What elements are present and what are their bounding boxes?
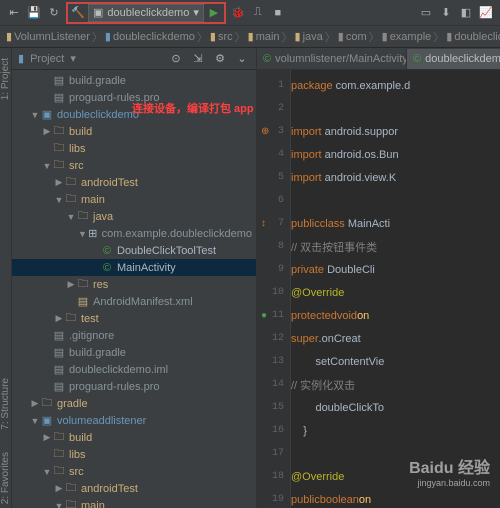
breadcrumb-item[interactable]: ▮main	[248, 30, 280, 43]
tree-node[interactable]: ▼🗀main	[12, 497, 256, 508]
breadcrumb-item[interactable]: ▮doubleclickd	[446, 30, 500, 43]
sidebar-title: Project	[30, 53, 64, 65]
breadcrumb-item[interactable]: ▮VolumnListener	[6, 30, 90, 43]
tree-node[interactable]: ▼▣volumeaddlistener	[12, 412, 256, 429]
attach-icon[interactable]: ⎍	[250, 5, 266, 21]
tree-node[interactable]: ▤proguard-rules.pro	[12, 89, 256, 106]
editor-gutter: 12⊕3456↕78910●111213141516171819	[257, 70, 291, 508]
tree-node[interactable]: ▶🗀gradle	[12, 395, 256, 412]
project-sidebar: ▮ Project ▾ ⊙ ⇲ ⚙ ⌄ 连接设备，编译打包 app ▤build…	[12, 48, 257, 508]
main-toolbar: ⇤ 💾 ↻ 🔨 ▣ doubleclickdemo ▾ ▶ 🐞 ⎍ ■ ▭ ⬇ …	[0, 0, 500, 26]
tree-node[interactable]: ▤build.gradle	[12, 72, 256, 89]
run-icon[interactable]: ▶	[206, 5, 222, 21]
gear-icon[interactable]: ⚙	[212, 51, 228, 67]
tree-node[interactable]: 🗀libs	[12, 446, 256, 463]
tree-node[interactable]: ▤.gitignore	[12, 327, 256, 344]
tree-node[interactable]: ▤proguard-rules.pro	[12, 378, 256, 395]
tree-node[interactable]: ©MainActivity	[12, 259, 256, 276]
run-config-select[interactable]: ▣ doubleclickdemo ▾	[88, 4, 204, 22]
tool-tab-favorites[interactable]: 2: Favorites	[0, 448, 11, 508]
sdk-icon[interactable]: ⬇	[438, 5, 454, 21]
monitor-icon[interactable]: 📈	[478, 5, 494, 21]
editor-tabs: ©volumnlistener/MainActivity.java×©doubl…	[257, 48, 500, 70]
tree-node[interactable]: ▤AndroidManifest.xml	[12, 293, 256, 310]
tree-node[interactable]: ▼🗀main	[12, 191, 256, 208]
editor-pane: ©volumnlistener/MainActivity.java×©doubl…	[257, 48, 500, 508]
chevron-down-icon[interactable]: ▾	[70, 52, 76, 65]
tree-node[interactable]: ▼🗀java	[12, 208, 256, 225]
breadcrumbs: ▮VolumnListener〉 ▮doubleclickdemo〉 ▮src〉…	[0, 26, 500, 48]
build-icon[interactable]: 🔨	[70, 5, 86, 21]
project-tree[interactable]: 连接设备，编译打包 app ▤build.gradle▤proguard-rul…	[12, 70, 256, 508]
tree-node[interactable]: ©DoubleClickToolTest	[12, 242, 256, 259]
tree-node[interactable]: ▼⊞com.example.doubleclickdemo	[12, 225, 256, 242]
breadcrumb-item[interactable]: ▮com	[338, 30, 367, 43]
sync-icon[interactable]: ↻	[46, 5, 62, 21]
hide-icon[interactable]: ⌄	[234, 51, 250, 67]
tree-node[interactable]: ▶🗀androidTest	[12, 480, 256, 497]
editor-tab[interactable]: ©doubleclickdem×	[407, 49, 500, 69]
debug-icon[interactable]: 🐞	[230, 5, 246, 21]
tree-node[interactable]: ▶🗀res	[12, 276, 256, 293]
breadcrumb-item[interactable]: ▮doubleclickdemo	[105, 30, 195, 43]
scroll-to-icon[interactable]: ⊙	[168, 51, 184, 67]
collapse-icon[interactable]: ⇤	[6, 5, 22, 21]
tree-node[interactable]: ▶🗀androidTest	[12, 174, 256, 191]
tree-node[interactable]: 🗀libs	[12, 140, 256, 157]
tree-node[interactable]: ▤doubleclickdemo.iml	[12, 361, 256, 378]
editor-tab[interactable]: ©volumnlistener/MainActivity.java×	[257, 49, 407, 69]
tree-node[interactable]: ▤build.gradle	[12, 344, 256, 361]
breadcrumb-item[interactable]: ▮java	[295, 30, 323, 43]
editor-source[interactable]: package com.example.dimport android.supp…	[291, 70, 500, 508]
tree-node[interactable]: ▶🗀test	[12, 310, 256, 327]
save-icon[interactable]: 💾	[26, 5, 42, 21]
avd-icon[interactable]: ▭	[418, 5, 434, 21]
tree-node[interactable]: ▼▣doubleclickdemo	[12, 106, 256, 123]
sidebar-header: ▮ Project ▾ ⊙ ⇲ ⚙ ⌄	[12, 48, 256, 70]
tree-node[interactable]: ▼🗀src	[12, 157, 256, 174]
run-config-box: 🔨 ▣ doubleclickdemo ▾ ▶	[66, 2, 226, 24]
breadcrumb-item[interactable]: ▮example	[382, 30, 432, 43]
android-icon: ▣	[93, 6, 103, 19]
run-config-label: doubleclickdemo	[107, 7, 189, 19]
tree-node[interactable]: ▶🗀build	[12, 123, 256, 140]
tree-node[interactable]: ▶🗀build	[12, 429, 256, 446]
collapse-all-icon[interactable]: ⇲	[190, 51, 206, 67]
tool-tab-project[interactable]: 1: Project	[0, 54, 11, 104]
tool-tab-structure[interactable]: 7: Structure	[0, 374, 11, 434]
left-tool-strip: 1: Project 7: Structure 2: Favorites	[0, 48, 12, 508]
stop-icon[interactable]: ■	[270, 5, 286, 21]
chevron-down-icon: ▾	[193, 6, 199, 19]
layout-icon[interactable]: ◧	[458, 5, 474, 21]
tree-node[interactable]: ▼🗀src	[12, 463, 256, 480]
breadcrumb-item[interactable]: ▮src	[210, 30, 233, 43]
